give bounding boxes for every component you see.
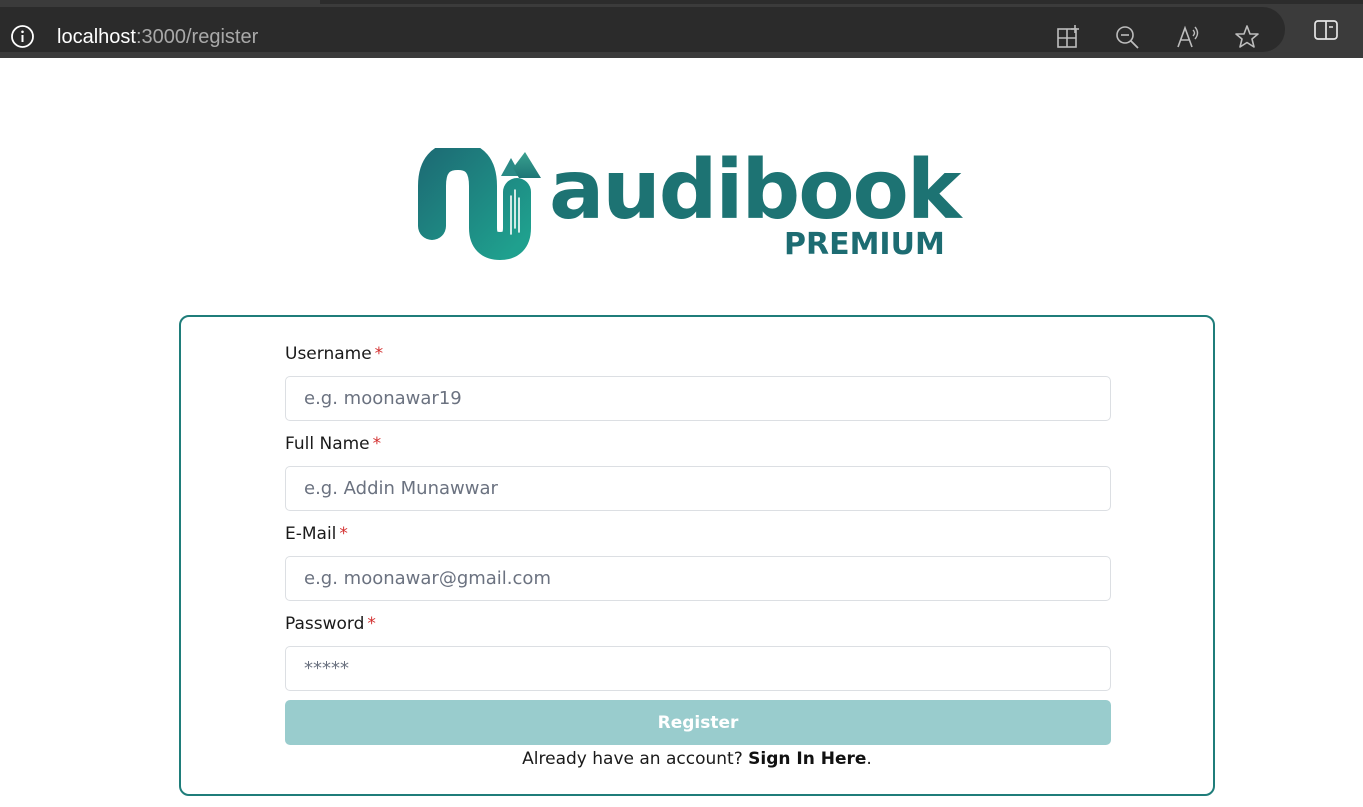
full-name-label: Full Name *	[285, 433, 381, 455]
app-available-icon[interactable]	[1055, 24, 1081, 50]
register-button[interactable]: Register	[285, 700, 1111, 745]
username-label-text: Username	[285, 344, 372, 364]
url-text[interactable]: localhost:3000/register	[57, 24, 258, 50]
signin-prompt: Already have an account? Sign In Here.	[181, 747, 1213, 771]
register-form: Username* Full Name* E-Mail* Password* R…	[179, 315, 1215, 796]
required-mark: *	[367, 614, 376, 634]
split-screen-icon[interactable]	[1313, 17, 1339, 43]
address-bar[interactable]: localhost:3000/register	[0, 7, 1285, 52]
info-icon[interactable]	[10, 24, 35, 49]
sign-in-link[interactable]: Sign In Here	[748, 749, 866, 769]
full-name-label-text: Full Name	[285, 434, 370, 454]
audibook-logo: audibook PREMIUM	[415, 148, 961, 268]
favorite-star-icon[interactable]	[1234, 24, 1260, 50]
required-mark: *	[372, 434, 382, 454]
logo-wordmark: audibook	[549, 143, 961, 238]
read-aloud-icon[interactable]	[1175, 24, 1201, 50]
browser-toolbar: localhost:3000/register	[0, 0, 1363, 58]
signin-prompt-text: Already have an account?	[522, 749, 749, 769]
password-label-text: Password	[285, 614, 365, 634]
full-name-input[interactable]	[285, 466, 1111, 511]
email-input[interactable]	[285, 556, 1111, 601]
email-label-text: E-Mail	[285, 524, 337, 544]
logo-premium-label: PREMIUM	[784, 227, 945, 262]
username-input[interactable]	[285, 376, 1111, 421]
zoom-out-icon[interactable]	[1114, 24, 1140, 50]
username-label: Username *	[285, 343, 383, 365]
required-mark: *	[374, 344, 384, 364]
audibook-logo-mark	[418, 148, 541, 261]
tab-strip	[320, 0, 1363, 4]
password-label: Password *	[285, 613, 376, 635]
email-label: E-Mail *	[285, 523, 348, 545]
url-host: localhost	[57, 26, 136, 48]
password-input[interactable]	[285, 646, 1111, 691]
signin-suffix: .	[866, 749, 872, 769]
url-path: :3000/register	[135, 26, 259, 48]
required-mark: *	[339, 524, 348, 544]
